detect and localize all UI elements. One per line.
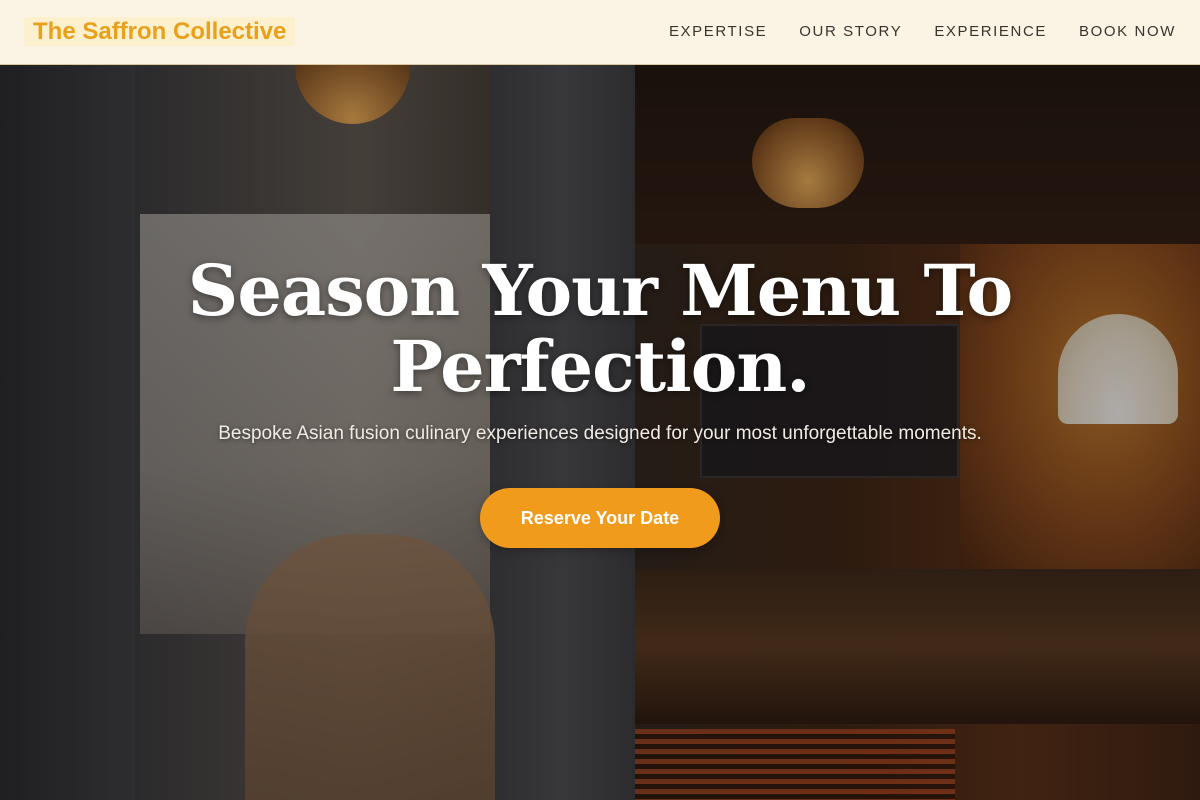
landing-page: The Saffron Collective EXPERTISE OUR STO…: [0, 0, 1200, 800]
hero-section: Season Your Menu To Perfection. Bespoke …: [0, 64, 1200, 800]
nav-link-book-now[interactable]: BOOK NOW: [1079, 22, 1176, 42]
nav-link-expertise[interactable]: EXPERTISE: [669, 22, 767, 42]
nav-link-our-story[interactable]: OUR STORY: [799, 22, 902, 42]
hero-subtitle: Bespoke Asian fusion culinary experience…: [218, 423, 982, 444]
site-header: The Saffron Collective EXPERTISE OUR STO…: [0, 0, 1200, 65]
nav-link-experience[interactable]: EXPERIENCE: [934, 22, 1047, 42]
reserve-date-button[interactable]: Reserve Your Date: [480, 488, 720, 548]
hero-title: Season Your Menu To Perfection.: [187, 249, 1013, 408]
main-nav: EXPERTISE OUR STORY EXPERIENCE BOOK NOW: [669, 22, 1176, 42]
brand-logo[interactable]: The Saffron Collective: [24, 17, 296, 46]
